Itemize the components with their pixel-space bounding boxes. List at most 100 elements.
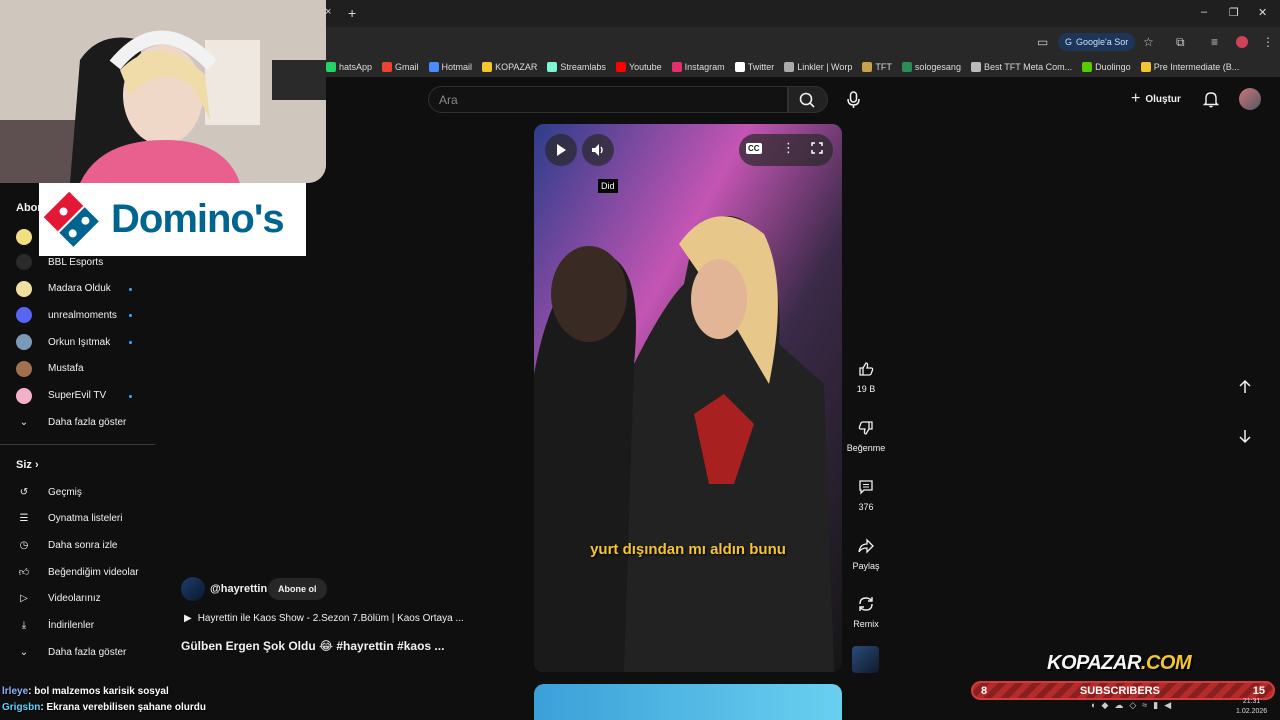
- network-icon[interactable]: ◇: [1129, 700, 1136, 711]
- sidebar-item[interactable]: ▷ Videolarınız: [16, 587, 101, 611]
- volume-tray-icon[interactable]: ◀: [1164, 700, 1171, 711]
- account-avatar[interactable]: [1239, 88, 1261, 110]
- bookmark-item[interactable]: sologesang: [901, 62, 961, 72]
- extensions-icon[interactable]: ⧉: [1176, 35, 1185, 50]
- menu-icon[interactable]: ⋮: [1262, 35, 1274, 49]
- channel-name: BBL Esports: [48, 256, 104, 268]
- remix-button[interactable]: Remix: [846, 595, 886, 629]
- sidebar-item-label: İndirilenler: [48, 620, 95, 631]
- close-window-button[interactable]: ✕: [1258, 6, 1267, 19]
- cast-icon[interactable]: ▭: [1037, 35, 1048, 49]
- new-content-dot: [129, 287, 132, 291]
- show-more-channels[interactable]: ⌄ Daha fazla göster: [16, 410, 127, 434]
- bookmark-label: Twitter: [747, 62, 775, 72]
- bookmark-item[interactable]: Duolingo: [1082, 62, 1131, 72]
- wifi-icon[interactable]: ≈: [1142, 700, 1147, 711]
- restore-button[interactable]: ❐: [1229, 6, 1239, 19]
- comments-button[interactable]: 376: [846, 478, 886, 512]
- bookmark-icon: [382, 62, 393, 72]
- profile-icon[interactable]: [1236, 36, 1248, 48]
- plus-icon: +: [1131, 90, 1141, 107]
- share-label: Paylaş: [852, 561, 880, 571]
- headset-icon[interactable]: ◖: [1090, 700, 1095, 711]
- sidebar-channel-item[interactable]: Orkun Işıtmak: [16, 330, 110, 354]
- more-options-icon[interactable]: ⋮: [782, 140, 795, 156]
- sidebar-channel-item[interactable]: SuperEvil TV: [16, 384, 106, 408]
- cloud-icon[interactable]: ☁: [1114, 700, 1123, 711]
- subs-label: SUBSCRIBERS: [1079, 684, 1160, 697]
- bookmark-item[interactable]: Best TFT Meta Com...: [970, 62, 1073, 72]
- bookmark-item[interactable]: Gmail: [382, 62, 419, 72]
- show-more-you[interactable]: ⌄ Daha fazla göster: [16, 640, 127, 664]
- bookmark-item[interactable]: Instagram: [671, 62, 725, 72]
- bookmark-item[interactable]: Hotmail: [428, 62, 472, 72]
- sponsor-banner: Domino's: [39, 183, 306, 256]
- next-video-preview[interactable]: [534, 684, 842, 720]
- shorts-video-player[interactable]: [534, 124, 842, 672]
- like-button[interactable]: 19 B: [846, 360, 886, 394]
- channel-avatar[interactable]: [181, 577, 205, 601]
- subscribe-button[interactable]: Abone ol: [268, 578, 327, 600]
- voice-search-button[interactable]: [840, 86, 867, 113]
- dominos-logo-icon: [41, 188, 102, 250]
- clock-time: 21:31: [1242, 698, 1261, 705]
- captions-icon[interactable]: CC: [746, 143, 762, 154]
- bookmark-star-icon[interactable]: ☆: [1143, 35, 1154, 49]
- bookmark-item[interactable]: TFT: [862, 62, 892, 72]
- fullscreen-icon: [811, 142, 823, 154]
- sidebar-item[interactable]: ☰ Oynatma listeleri: [16, 507, 123, 531]
- fullscreen-button[interactable]: [809, 140, 825, 161]
- bookmark-item[interactable]: KOPAZAR: [482, 62, 537, 72]
- create-button[interactable]: + Oluştur: [1131, 90, 1181, 108]
- previous-video-button[interactable]: [1236, 378, 1254, 401]
- bookmark-item[interactable]: Youtube: [615, 62, 662, 72]
- share-button[interactable]: Paylaş: [846, 537, 886, 571]
- channel-handle[interactable]: @hayrettin: [210, 583, 267, 595]
- video-frame: [534, 124, 842, 672]
- sidebar-item[interactable]: ↺ Geçmiş: [16, 480, 82, 504]
- mic-icon: [847, 91, 860, 108]
- mic-tray-icon[interactable]: ▮: [1153, 700, 1158, 711]
- bookmark-label: Best TFT Meta Com...: [983, 62, 1073, 72]
- channel-thumbnail[interactable]: [852, 646, 879, 673]
- sidebar-item[interactable]: ◷ Daha sonra izle: [16, 533, 118, 557]
- reading-list-icon[interactable]: ≡: [1211, 35, 1218, 49]
- bookmark-item[interactable]: hatsApp: [326, 62, 372, 72]
- bookmark-label: Instagram: [684, 62, 725, 72]
- chat-user: lrleye: [2, 686, 29, 697]
- video-title[interactable]: Gülben Ergen Şok Oldu 😂 #hayrettin #kaos…: [181, 639, 444, 653]
- google-sor-button[interactable]: G Google'a Sor: [1058, 33, 1136, 51]
- notifications-button[interactable]: [1202, 90, 1220, 113]
- bookmark-label: Gmail: [395, 62, 419, 72]
- bookmark-item[interactable]: Streamlabs: [547, 62, 606, 72]
- bookmark-icon: [547, 62, 558, 72]
- tooltip: Did: [598, 179, 618, 193]
- bookmark-item[interactable]: Pre Intermediate (B...: [1140, 62, 1239, 72]
- subscriber-goal-bar: 8 SUBSCRIBERS 15: [971, 681, 1275, 700]
- playlist-link[interactable]: ▶ Hayrettin ile Kaos Show - 2.Sezon 7.Bö…: [184, 613, 464, 624]
- system-tray: ◖ ◆ ☁ ◇ ≈ ▮ ◀: [1090, 700, 1171, 711]
- sidebar-channel-item[interactable]: unrealmoments: [16, 303, 117, 327]
- volume-button[interactable]: [582, 134, 614, 166]
- shield-icon[interactable]: ◆: [1101, 700, 1108, 711]
- sidebar-item[interactable]: 👍︎ Beğendiğim videolar: [16, 560, 139, 584]
- sidebar-channel-item[interactable]: Mustafa: [16, 357, 84, 381]
- bookmark-item[interactable]: Twitter: [734, 62, 775, 72]
- sidebar-item[interactable]: ⤓ İndirilenler: [16, 614, 94, 638]
- next-video-button[interactable]: [1236, 427, 1254, 450]
- channel-avatar[interactable]: [16, 229, 32, 245]
- dislike-button[interactable]: Beğenme: [846, 419, 886, 453]
- new-tab-button[interactable]: +: [348, 5, 356, 21]
- minimize-button[interactable]: –: [1201, 6, 1207, 18]
- bookmark-item[interactable]: Linkler | Worp: [784, 62, 852, 72]
- you-section-title[interactable]: Siz ›: [16, 459, 39, 471]
- bookmark-label: sologesang: [914, 62, 961, 72]
- search-button[interactable]: [788, 86, 828, 113]
- channel-name: Mustafa: [48, 363, 84, 375]
- play-button[interactable]: [545, 134, 577, 166]
- sidebar-channel-item[interactable]: Madara Olduk: [16, 277, 111, 301]
- system-clock[interactable]: 21:31 1.02.2026: [1236, 697, 1267, 717]
- chevron-down-icon: ⌄: [19, 416, 29, 428]
- search-input[interactable]: Ara: [428, 86, 788, 113]
- like-icon: [859, 362, 874, 376]
